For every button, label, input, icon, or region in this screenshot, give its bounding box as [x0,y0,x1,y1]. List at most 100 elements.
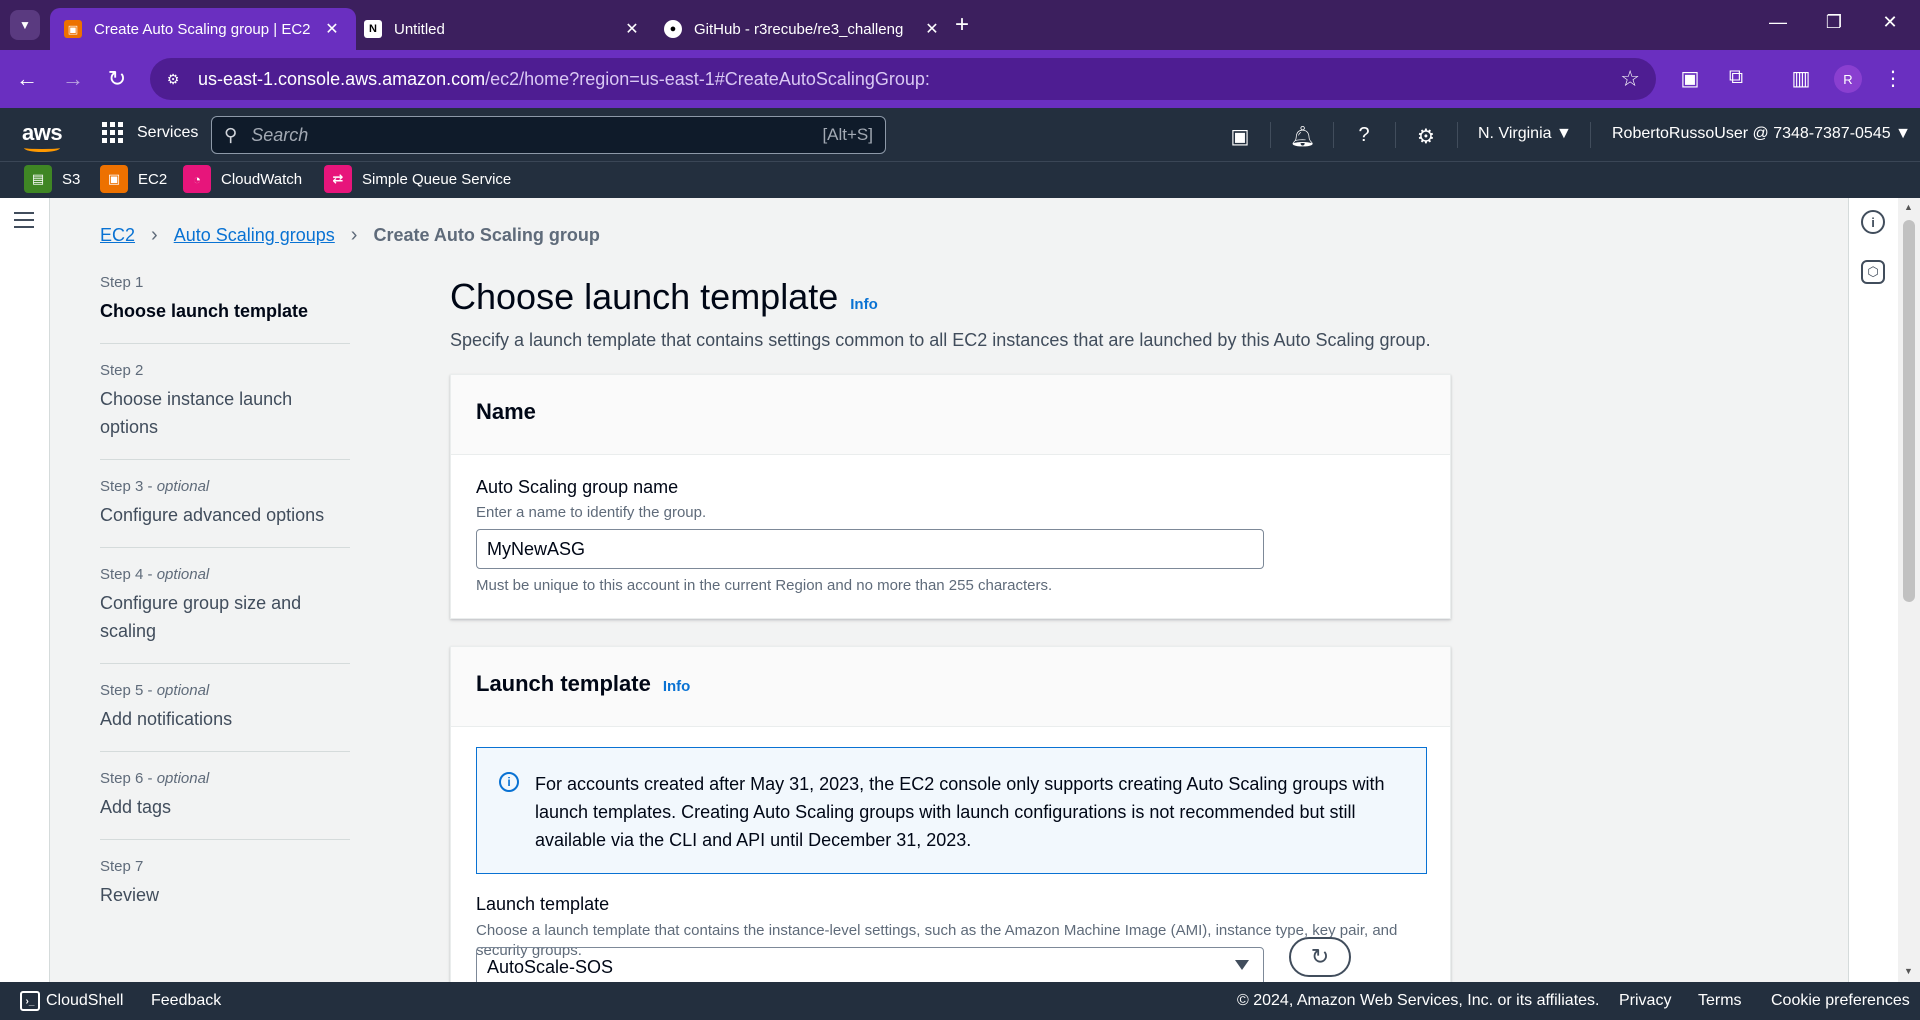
feedback-link[interactable]: Feedback [151,992,221,1010]
step-number-text: Step 3 [100,478,144,495]
tab-create-asg[interactable]: ▣ Create Auto Scaling group | EC2 ✕ [50,8,356,50]
step-label: Choose instance launch options [100,389,293,437]
refresh-icon: ↻ [1310,944,1330,969]
optional-label: optional [156,682,210,699]
search-input[interactable]: ⚲ Search [Alt+S] [211,116,886,154]
screen-capture-extension-icon[interactable]: ▣ [1677,66,1703,91]
services-label: Services [137,123,199,141]
field-label: Auto Scaling group name [476,477,679,497]
divider [1590,122,1591,148]
caret-down-icon: ▼ [1555,125,1572,142]
caret-down-icon: ▼ [1895,125,1911,142]
launch-template-select[interactable]: AutoScale-SOS [476,947,1264,987]
privacy-link[interactable]: Privacy [1619,992,1671,1010]
breadcrumb-auto-scaling-groups[interactable]: Auto Scaling groups [174,225,335,246]
url-path: /ec2/home?region=us-east-1#CreateAutoSca… [485,68,930,89]
step-number-text: Step 1 [100,274,144,291]
terms-link[interactable]: Terms [1698,992,1742,1010]
address-bar[interactable]: ⚙ us-east-1.console.aws.amazon.com/ec2/h… [150,58,1656,100]
field-label: Launch template [476,894,610,914]
close-window-icon[interactable]: ✕ [1878,12,1902,33]
ec2-chip-icon: ▣ [100,165,128,193]
optional-label: optional [156,770,210,787]
step-number: Step 4 - optional [100,566,210,583]
region-selector[interactable]: N. Virginia ▼ [1478,125,1572,143]
account-menu[interactable]: RobertoRussoUser @ 7348-7387-0545 ▼ [1612,125,1911,143]
extensions-puzzle-icon[interactable]: ⧉ [1723,66,1749,89]
wizard-step-1[interactable]: Step 1 Choose launch template [100,274,350,344]
page-title-text: Choose launch template [450,276,839,317]
step-number-text: Step 7 [100,858,144,875]
divider [1395,122,1396,148]
favorite-ec2[interactable]: ▣ EC2 [100,165,167,193]
favorites-bar: ▤ S3 ▣ EC2 ◔ CloudWatch ⇄ Simple Queue S… [0,161,1920,198]
side-panel-icon[interactable]: ▥ [1788,66,1814,91]
close-tab-icon[interactable]: ✕ [922,19,942,39]
caret-down-icon [1235,960,1249,970]
wizard-step-3[interactable]: Step 3 - optional Configure advanced opt… [100,478,350,548]
aws-logo[interactable]: aws [22,120,63,152]
bookmark-star-icon[interactable]: ☆ [1620,66,1640,92]
profile-avatar[interactable]: R [1834,65,1862,93]
settings-gear-icon[interactable]: ⚙ [1414,124,1438,149]
asg-name-input[interactable]: MyNewASG [476,529,1264,569]
page-body: EC2 › Auto Scaling groups › Create Auto … [0,198,1920,987]
hamburger-menu-icon[interactable] [14,212,34,233]
name-panel: Name Auto Scaling group name Enter a nam… [450,374,1451,619]
wizard-step-5[interactable]: Step 5 - optional Add notifications [100,682,350,752]
restore-icon[interactable]: ❐ [1822,12,1846,33]
info-panel-icon[interactable]: i [1861,210,1885,234]
divider [1457,122,1458,148]
wizard-step-2[interactable]: Step 2 Choose instance launch options [100,362,350,460]
scroll-up-icon[interactable]: ▲ [1904,202,1913,212]
favorite-sqs[interactable]: ⇄ Simple Queue Service [324,165,511,193]
close-tab-icon[interactable]: ✕ [322,19,342,39]
notifications-bell-icon[interactable]: 🔔︎ [1290,124,1315,149]
favorite-cloudwatch[interactable]: ◔ CloudWatch [183,165,302,193]
favorite-s3[interactable]: ▤ S3 [24,165,80,193]
info-link[interactable]: Info [850,296,878,313]
launch-template-panel: Launch template Info i For accounts creat… [450,646,1451,987]
step-number: Step 2 [100,362,350,379]
close-tab-icon[interactable]: ✕ [622,19,642,39]
reload-icon[interactable]: ↻ [104,66,130,92]
panel-heading: Name [451,375,1450,455]
back-icon[interactable]: ← [14,66,40,92]
info-alert: i For accounts created after May 31, 202… [476,747,1427,874]
cloudshell-link[interactable]: CloudShell [46,992,123,1010]
minimize-icon[interactable]: — [1766,12,1790,33]
scrollbar-thumb[interactable] [1903,220,1915,602]
optional-label: optional [156,478,210,495]
refresh-button[interactable]: ↻ [1289,937,1351,977]
url-text: us-east-1.console.aws.amazon.com/ec2/hom… [198,69,930,90]
selected-value: AutoScale-SOS [487,956,614,977]
browser-menu-icon[interactable]: ⋮ [1880,66,1906,91]
cookie-preferences-link[interactable]: Cookie preferences [1771,992,1910,1010]
site-info-icon[interactable]: ⚙ [162,68,184,90]
new-tab-button[interactable]: + [950,13,974,37]
favorite-label: EC2 [138,170,168,188]
tab-search-button[interactable]: ▼ [10,10,40,40]
step-label: Add tags [100,797,172,817]
tab-github[interactable]: ● GitHub - r3recube/re3_challeng ✕ [650,8,956,50]
services-menu-button[interactable]: Services [102,122,198,143]
hexagon-help-icon[interactable]: ⬡ [1861,260,1885,284]
tab-untitled[interactable]: N Untitled ✕ [350,8,656,50]
page-scrollbar[interactable]: ▲ ▼ [1898,198,1920,982]
info-circle-icon: i [499,772,519,792]
info-link[interactable]: Info [663,678,691,695]
step-label: Choose launch template [100,301,309,321]
browser-tab-bar: ▼ ▣ Create Auto Scaling group | EC2 ✕ N … [0,0,1920,50]
step-number-text: Step 2 [100,362,144,379]
search-icon: ⚲ [224,124,238,145]
panel-heading: Launch template Info [451,647,1450,727]
forward-icon[interactable]: → [60,66,86,92]
help-icon[interactable]: ? [1352,124,1376,147]
cloudshell-icon[interactable]: ▣ [1228,124,1252,149]
scroll-down-icon[interactable]: ▼ [1904,966,1913,976]
wizard-step-7[interactable]: Step 7 Review [100,858,350,927]
step-label: Configure advanced options [100,505,325,525]
wizard-step-4[interactable]: Step 4 - optional Configure group size a… [100,566,350,664]
breadcrumb-ec2[interactable]: EC2 [100,225,135,246]
wizard-step-6[interactable]: Step 6 - optional Add tags [100,770,350,840]
